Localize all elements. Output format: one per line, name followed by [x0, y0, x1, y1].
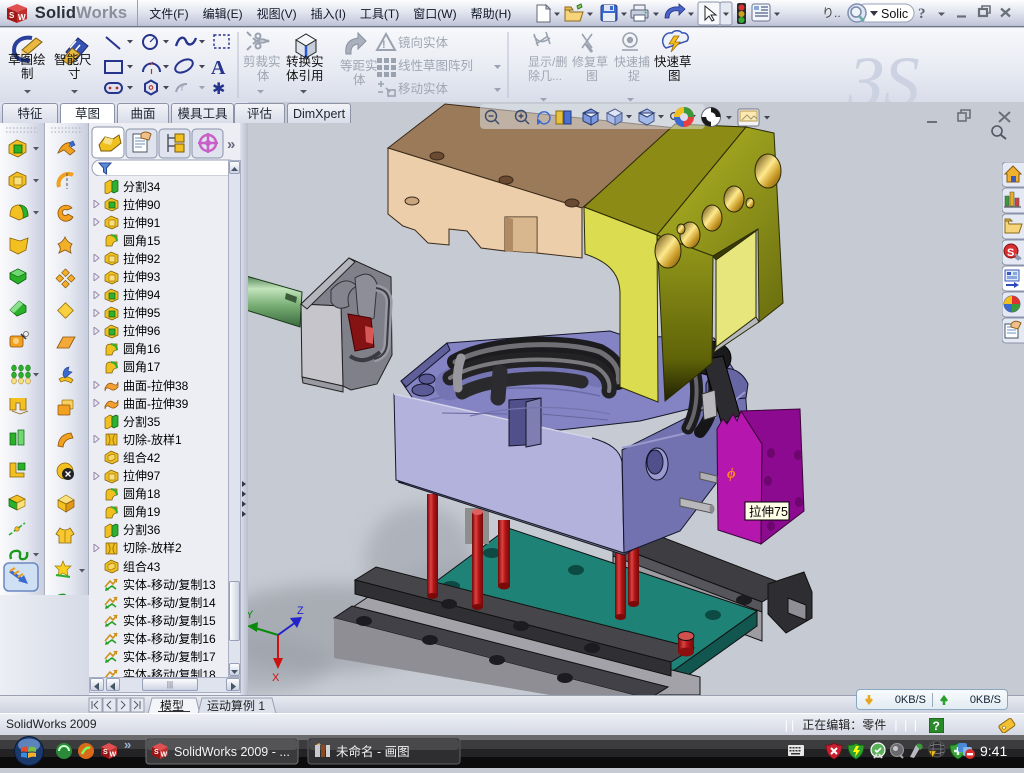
svg-text:寸: 寸: [68, 67, 81, 81]
svg-text:SolidWorks 2009 - ...: SolidWorks 2009 - ...: [174, 745, 290, 759]
svg-text:S: S: [1007, 247, 1014, 259]
svg-text:✱: ✱: [212, 81, 225, 98]
svg-text:S: S: [103, 749, 108, 756]
svg-text:转换实: 转换实: [286, 54, 324, 69]
svg-text:拉伸75: 拉伸75: [749, 504, 788, 519]
svg-text:W: W: [161, 752, 168, 759]
svg-text:?: ?: [933, 719, 940, 733]
svg-text:?: ?: [918, 6, 926, 22]
svg-text:»: »: [227, 136, 235, 153]
svg-text:镜向实体: 镜向实体: [398, 35, 449, 50]
svg-text:捉: 捉: [628, 68, 640, 83]
svg-text:9:41: 9:41: [980, 743, 1007, 759]
svg-text:未命名 - 画图: 未命名 - 画图: [336, 744, 410, 759]
svg-text:图: 图: [668, 69, 681, 83]
svg-text:草图绘: 草图绘: [8, 52, 46, 67]
svg-text:移动实体: 移动实体: [398, 81, 449, 96]
svg-text:修复草: 修复草: [572, 54, 608, 69]
svg-text:体: 体: [257, 69, 270, 83]
svg-text:ЗS: ЗS: [848, 42, 920, 102]
svg-text:S: S: [154, 749, 159, 756]
svg-text:X: X: [272, 672, 280, 684]
svg-text:剪裁实: 剪裁实: [243, 54, 281, 69]
svg-text:体引用: 体引用: [286, 69, 324, 83]
svg-text:Z: Z: [297, 605, 304, 617]
svg-text:り..: り..: [822, 6, 841, 20]
svg-text:W: W: [18, 13, 26, 22]
svg-text:智能尺: 智能尺: [54, 52, 92, 67]
svg-text:ϕ: ϕ: [727, 466, 736, 482]
svg-text:Solic: Solic: [881, 7, 908, 21]
svg-text:A: A: [211, 57, 226, 79]
svg-text:制: 制: [21, 67, 34, 81]
svg-text:»: »: [124, 737, 131, 752]
svg-text:图: 图: [586, 69, 598, 83]
svg-text:体: 体: [353, 73, 366, 87]
svg-text:线性草图阵列: 线性草图阵列: [398, 59, 473, 73]
svg-text:等距实: 等距实: [340, 58, 378, 73]
svg-text:快速捕: 快速捕: [614, 54, 650, 69]
svg-text:W: W: [110, 752, 117, 759]
svg-text:快速草: 快速草: [654, 55, 692, 69]
svg-text:S: S: [9, 11, 15, 20]
svg-text:Y: Y: [248, 609, 254, 621]
svg-text:显示/删: 显示/删: [528, 55, 567, 69]
svg-text:!: !: [382, 39, 386, 51]
svg-text:模型: 模型: [160, 699, 184, 713]
svg-text:除几...: 除几...: [528, 68, 562, 83]
svg-text:运动算例 1: 运动算例 1: [207, 698, 265, 713]
